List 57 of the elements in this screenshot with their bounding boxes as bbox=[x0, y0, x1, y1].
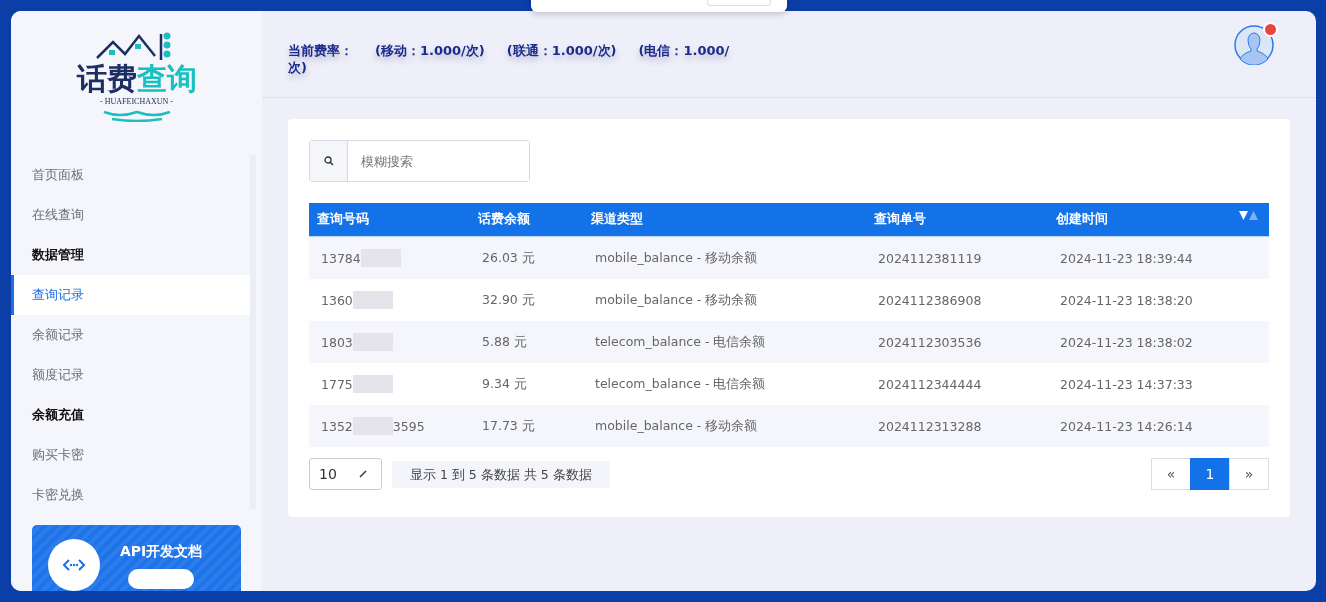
column-header[interactable]: 查询号码 bbox=[309, 203, 470, 237]
table-cell: 17.73 元 bbox=[470, 405, 583, 447]
sort-icon[interactable] bbox=[1239, 211, 1259, 221]
table-cell: 2024-11-23 18:38:02 bbox=[1048, 321, 1269, 363]
table-cell: 2024-11-23 18:38:20 bbox=[1048, 279, 1269, 321]
table-cell: 2024-11-23 14:37:33 bbox=[1048, 363, 1269, 405]
table-cell: 2024112303536 bbox=[866, 321, 1048, 363]
avatar-icon[interactable] bbox=[1234, 25, 1274, 65]
table-cell: 32.90 元 bbox=[470, 279, 583, 321]
table-cell: 5.88 元 bbox=[470, 321, 583, 363]
masked-phone: 1803 bbox=[321, 333, 393, 351]
page-button[interactable]: « bbox=[1151, 458, 1191, 490]
nav-heading: 数据管理 bbox=[31, 246, 85, 264]
column-header[interactable]: 创建时间 bbox=[1048, 203, 1269, 237]
code-icon bbox=[48, 539, 100, 591]
api-docs-title: API开发文档 bbox=[120, 543, 203, 561]
sidebar-item[interactable]: 在线查询 bbox=[11, 195, 250, 235]
logo-subtitle: - HUAFEICHAXUN - bbox=[100, 97, 173, 106]
table-cell: 2024112381119 bbox=[866, 236, 1048, 279]
table-cell: 26.03 元 bbox=[470, 236, 583, 279]
view-button[interactable] bbox=[128, 569, 194, 589]
pencil-icon bbox=[359, 470, 367, 478]
table-cell: 2024-11-23 14:26:14 bbox=[1048, 405, 1269, 447]
logo-title: 话费查询 bbox=[76, 62, 197, 96]
table-cell: mobile_balance - 移动余额 bbox=[583, 405, 866, 447]
table-cell: 2024-11-23 18:39:44 bbox=[1048, 236, 1269, 279]
table-cell: 2024112313288 bbox=[866, 405, 1048, 447]
page-size-select[interactable]: 10 bbox=[309, 458, 382, 490]
api-docs-card[interactable]: API开发文档 bbox=[32, 525, 241, 591]
table-cell: 2024112386908 bbox=[866, 279, 1048, 321]
sidebar-item[interactable]: 余额记录 bbox=[11, 315, 250, 355]
masked-phone: 1775 bbox=[321, 375, 393, 393]
table-cell: 2024112344444 bbox=[866, 363, 1048, 405]
masked-phone: 1360 bbox=[321, 291, 393, 309]
column-header[interactable]: 渠道类型 bbox=[583, 203, 866, 237]
sidebar-item[interactable]: 额度记录 bbox=[11, 355, 250, 395]
page-button[interactable]: » bbox=[1229, 458, 1269, 490]
masked-phone: 13784 bbox=[321, 249, 401, 267]
search-icon bbox=[310, 141, 348, 181]
table-cell: mobile_balance - 移动余额 bbox=[583, 279, 866, 321]
masked-phone: 1352 3595 bbox=[321, 417, 425, 435]
sidebar-item[interactable]: 卡密兑换 bbox=[11, 475, 250, 515]
rate-text: 当前费率： (移动：1.000/次) (联通：1.000/次) (电信：1.000/ 次) bbox=[288, 42, 731, 77]
table-cell: telecom_balance - 电信余额 bbox=[583, 321, 866, 363]
sidebar-item[interactable]: 查询记录 bbox=[11, 275, 250, 315]
column-header[interactable]: 查询单号 bbox=[866, 203, 1048, 237]
page-summary: 显示 1 到 5 条数据 共 5 条数据 bbox=[392, 460, 610, 488]
search-field[interactable]: 模糊搜索 bbox=[309, 140, 530, 182]
sidebar-item[interactable]: 首页面板 bbox=[11, 155, 250, 195]
sidebar-item[interactable]: 购买卡密 bbox=[11, 435, 250, 475]
wave-drawing bbox=[101, 108, 172, 122]
column-header[interactable]: 话费余额 bbox=[470, 203, 583, 237]
table-cell: telecom_balance - 电信余额 bbox=[583, 363, 866, 405]
page-button[interactable]: 1 bbox=[1190, 458, 1230, 490]
table-cell: mobile_balance - 移动余额 bbox=[583, 236, 866, 279]
table-cell: 9.34 元 bbox=[470, 363, 583, 405]
nav-heading: 余额充值 bbox=[31, 406, 85, 424]
